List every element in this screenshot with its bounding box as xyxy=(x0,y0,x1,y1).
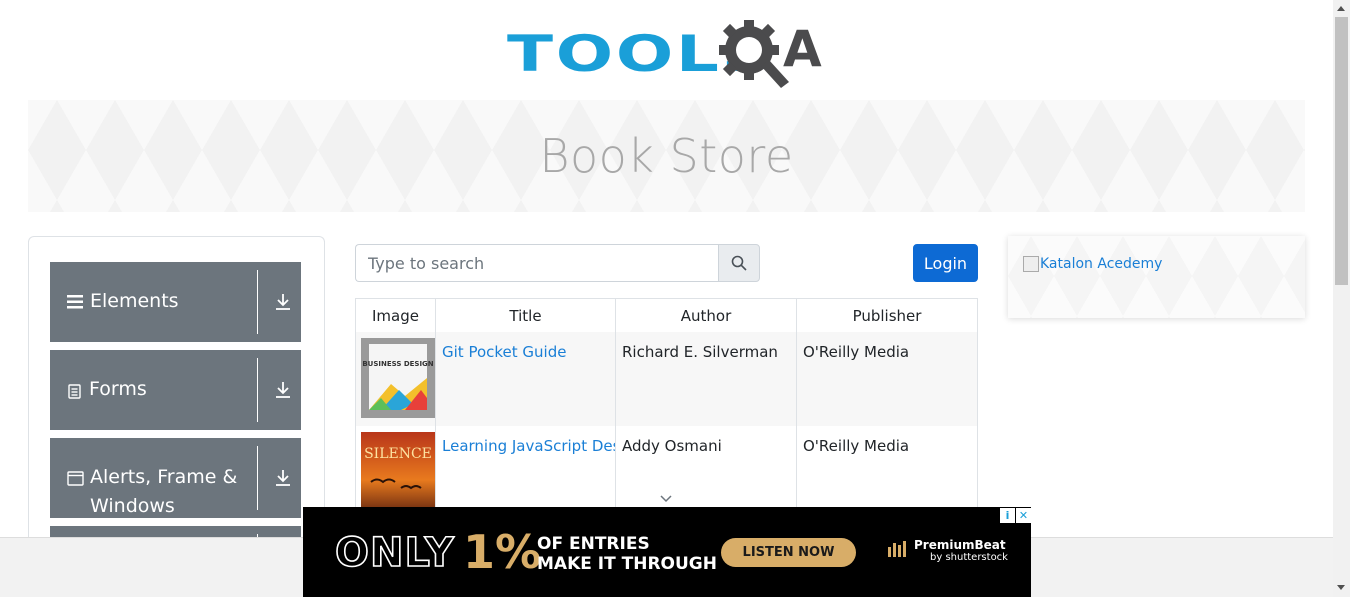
group-alerts-frame-windows[interactable]: Alerts, Frame & Windows xyxy=(50,438,301,518)
ad-percent-text: 1% xyxy=(463,525,542,579)
login-button[interactable]: Login xyxy=(913,244,978,282)
premiumbeat-ad[interactable]: ONLY 1% OF ENTRIES MAKE IT THROUGH LISTE… xyxy=(303,507,1031,597)
group-elements[interactable]: Elements xyxy=(50,262,301,342)
book-title-link[interactable]: Learning JavaScript Design Patterns xyxy=(442,437,615,455)
scrollbar-thumb[interactable] xyxy=(1335,17,1348,285)
table-header: Image Title Author Publisher xyxy=(356,299,977,332)
book-cover-image: BUSINESS DESIGN xyxy=(361,338,435,418)
column-header-title[interactable]: Title xyxy=(436,299,616,332)
books-table: Image Title Author Publisher BUSINESS DE… xyxy=(355,298,978,508)
group-divider xyxy=(257,446,258,510)
column-header-image[interactable]: Image xyxy=(356,299,436,332)
page-banner: Book Store xyxy=(28,100,1305,212)
listen-now-button[interactable]: LISTEN NOW xyxy=(721,538,856,567)
group-forms[interactable]: Forms xyxy=(50,350,301,430)
group-alerts-header[interactable]: Alerts, Frame & Windows xyxy=(67,463,247,521)
page: TOOLS A Book Store Elements Forms Alerts… xyxy=(0,0,1350,597)
cell-title: Learning JavaScript Design Patterns xyxy=(436,426,616,507)
katalon-ad[interactable]: Katalon Acedemy xyxy=(1008,236,1305,318)
ad-brand-sub: by shutterstock xyxy=(930,552,1008,563)
left-panel: Elements Forms Alerts, Frame & Windows xyxy=(28,236,325,546)
cell-author: Addy Osmani xyxy=(616,426,797,507)
group-divider xyxy=(257,270,258,334)
cover-text: BUSINESS DESIGN xyxy=(362,360,433,368)
logo-a-text: A xyxy=(783,20,822,78)
cell-author: Richard E. Silverman xyxy=(616,332,797,426)
cell-publisher: O'Reilly Media xyxy=(803,343,910,361)
gear-magnifier-icon xyxy=(719,20,789,88)
group-forms-header[interactable]: Forms xyxy=(67,375,147,413)
close-ad-icon[interactable]: ✕ xyxy=(1016,508,1031,523)
cell-image: BUSINESS DESIGN xyxy=(356,332,436,426)
cover-text: SILENCE xyxy=(364,446,432,462)
soundbars-icon xyxy=(888,541,906,557)
menu-icon xyxy=(67,287,84,325)
group-elements-header[interactable]: Elements xyxy=(67,287,179,325)
column-header-author[interactable]: Author xyxy=(616,299,797,332)
document-icon xyxy=(67,375,83,413)
search-button[interactable] xyxy=(718,244,760,282)
download-arrow-icon[interactable] xyxy=(274,469,292,487)
cell-publisher: O'Reilly Media xyxy=(803,437,910,455)
ad-only-text: ONLY xyxy=(334,530,455,576)
ad-line1: OF ENTRIES xyxy=(537,534,650,554)
chevron-down-icon xyxy=(660,495,672,503)
ad-alt-text: Katalon Acedemy xyxy=(1040,256,1163,272)
group-divider xyxy=(257,358,258,422)
search-input[interactable] xyxy=(355,244,719,282)
ad-entries-text: OF ENTRIES MAKE IT THROUGH xyxy=(537,534,717,574)
table-row: BUSINESS DESIGN Git Pocket Guide Richard… xyxy=(356,332,977,426)
adchoices-icon[interactable]: i xyxy=(1000,508,1015,523)
page-scrollbar[interactable] xyxy=(1333,0,1350,597)
premiumbeat-logo: PremiumBeat by shutterstock xyxy=(888,539,1008,564)
group-elements-label: Elements xyxy=(90,290,179,312)
ad-brand: PremiumBeat xyxy=(914,538,1006,552)
column-header-publisher[interactable]: Publisher xyxy=(797,299,977,332)
download-arrow-icon[interactable] xyxy=(274,293,292,311)
toolsqa-logo[interactable]: TOOLS A xyxy=(507,16,830,92)
search-box xyxy=(355,244,760,282)
group-forms-label: Forms xyxy=(89,378,147,400)
scroll-down-arrow[interactable] xyxy=(1337,585,1345,590)
page-title: Book Store xyxy=(539,129,794,183)
scroll-up-arrow[interactable] xyxy=(1337,6,1345,11)
cell-image: SILENCE xyxy=(356,426,436,507)
book-cover-image: SILENCE xyxy=(361,432,435,507)
cell-title: Git Pocket Guide xyxy=(436,332,616,426)
download-arrow-icon[interactable] xyxy=(274,381,292,399)
broken-image-link[interactable]: Katalon Acedemy xyxy=(1023,256,1162,272)
broken-image-icon xyxy=(1023,256,1039,272)
window-icon xyxy=(67,463,84,501)
search-icon xyxy=(731,255,747,271)
book-title-link[interactable]: Git Pocket Guide xyxy=(442,343,566,361)
group-alerts-label: Alerts, Frame & Windows xyxy=(90,466,238,517)
ad-line2: MAKE IT THROUGH xyxy=(537,554,717,574)
